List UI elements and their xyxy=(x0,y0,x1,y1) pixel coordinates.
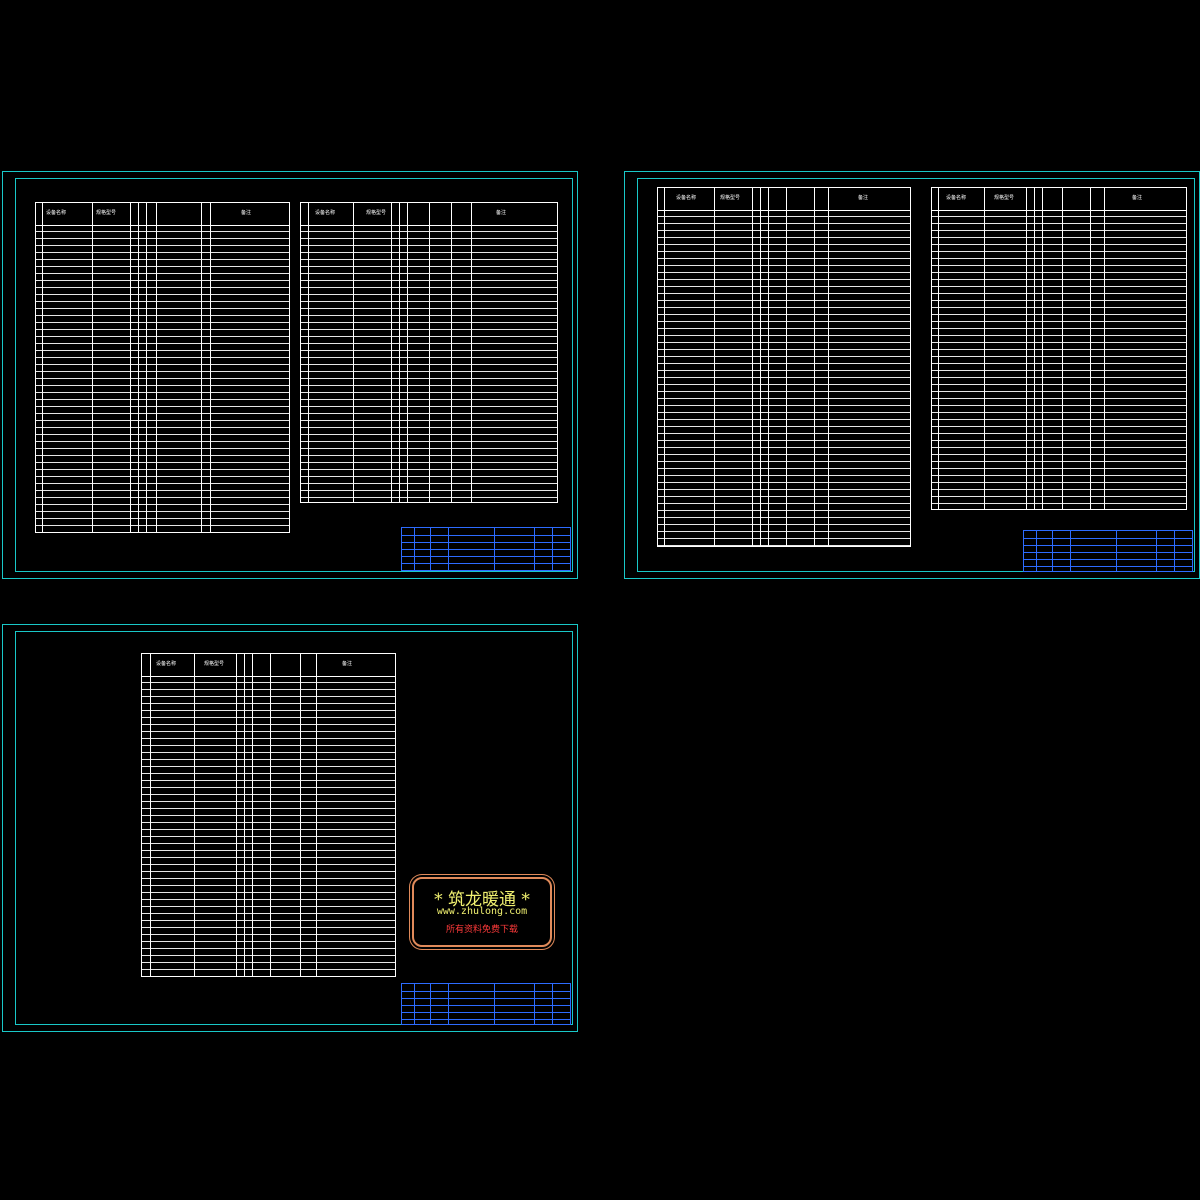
table-header: 设备名称 规格型号 备注 xyxy=(932,188,1186,211)
equipment-table-3: 设备名称 规格型号 备注 xyxy=(657,187,911,547)
table-header: 设备名称 规格型号 备注 xyxy=(658,188,910,211)
table-header: 设备名称 规格型号 备注 xyxy=(142,654,395,677)
col-header: 设备名称 xyxy=(155,661,177,667)
col-header: 备注 xyxy=(341,661,353,667)
col-header: 备注 xyxy=(1131,195,1143,201)
zhulong-logo[interactable]: * 筑龙暖通 * www.zhulong.com 所有资料免费下载 xyxy=(412,877,552,947)
title-block xyxy=(1023,530,1193,572)
col-header: 设备名称 xyxy=(45,210,67,216)
col-header: 规格型号 xyxy=(365,210,387,216)
col-header: 备注 xyxy=(857,195,869,201)
col-header: 规格型号 xyxy=(719,195,741,201)
logo-slogan: 所有资料免费下载 xyxy=(445,925,518,935)
logo-url: www.zhulong.com xyxy=(436,906,528,917)
col-header: 设备名称 xyxy=(314,210,336,216)
title-block xyxy=(401,527,571,571)
sheet-bottom-left[interactable]: 设备名称 规格型号 备注 xyxy=(2,624,578,1032)
sheet-top-right[interactable]: 设备名称 规格型号 备注 设备名称 规格型号 备注 xyxy=(624,171,1200,579)
table-header: 设备名称 规格型号 备注 xyxy=(36,203,289,226)
col-header: 规格型号 xyxy=(95,210,117,216)
equipment-table-1: 设备名称 规格型号 备注 xyxy=(35,202,290,533)
col-header: 备注 xyxy=(495,210,507,216)
col-header: 备注 xyxy=(240,210,252,216)
equipment-table-4: 设备名称 规格型号 备注 xyxy=(931,187,1187,510)
col-header: 规格型号 xyxy=(203,661,225,667)
title-block xyxy=(401,983,571,1025)
col-header: 设备名称 xyxy=(675,195,697,201)
col-header: 规格型号 xyxy=(993,195,1015,201)
equipment-table-5: 设备名称 规格型号 备注 xyxy=(141,653,396,977)
sheet-top-left[interactable]: 设备名称 规格型号 备注 设备名称 规格型号 备注 xyxy=(2,171,578,579)
equipment-table-2: 设备名称 规格型号 备注 xyxy=(300,202,558,503)
col-header: 设备名称 xyxy=(945,195,967,201)
